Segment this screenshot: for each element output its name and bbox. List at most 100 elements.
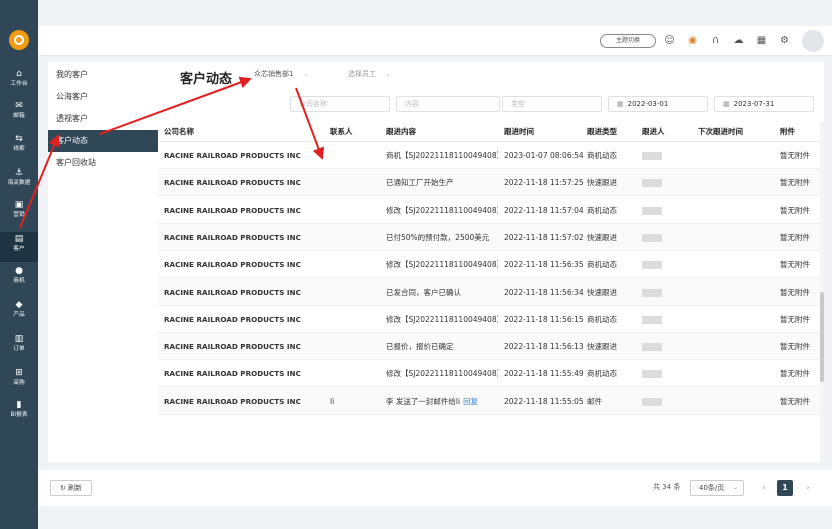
rail-item-label: 工作台 [10, 80, 28, 87]
content-cell: 修改【SJ20221118110049408】 [386, 360, 498, 387]
rail-item-5[interactable]: ▤ 客户 [0, 232, 38, 262]
table-row[interactable]: RACINE RAILROAD PRODUCTS INC 修改【SJ2022111… [158, 197, 820, 224]
page-size-select[interactable]: 40条/页 ⌄ [690, 480, 744, 496]
content-cell-text: 李 发送了一封邮件给li [386, 396, 461, 406]
type-input[interactable]: 类型 [502, 96, 602, 112]
attachment-cell: 暂无附件 [780, 333, 820, 360]
scrollbar-thumb[interactable] [820, 292, 824, 382]
subnav-item-public-pool[interactable]: 公海客户 [48, 86, 158, 108]
attachment-cell: 暂无附件 [780, 142, 820, 169]
column-header[interactable]: 跟进人 [642, 122, 665, 142]
rail-item-3[interactable]: ⚓ 海关数据 [0, 166, 38, 196]
refresh-button[interactable]: ↻ 刷新 [50, 480, 92, 496]
content-input[interactable]: 内容 [396, 96, 500, 112]
company-cell-text: RACINE RAILROAD PRODUCTS INC [164, 151, 301, 160]
rail-item-label: 营销 [13, 211, 25, 218]
owner-cell [642, 251, 694, 278]
owner-cell [642, 169, 694, 196]
rail-item-4[interactable]: ▣ 营销 [0, 198, 38, 228]
subnav-item-recycle-bin[interactable]: 客户回收站 [48, 152, 158, 174]
attachment-cell-text: 暂无附件 [780, 151, 810, 160]
company-name-input[interactable]: 公司名称 [290, 96, 390, 112]
rail-item-7[interactable]: ◆ 产品 [0, 298, 38, 328]
staff-select[interactable]: 选择员工 ⌄ [348, 69, 391, 79]
column-header[interactable]: 跟进内容 [386, 122, 416, 142]
rail-item-9[interactable]: ⊞ 采购 [0, 366, 38, 396]
rail-item-6[interactable]: ● 商机 [0, 264, 38, 294]
brand-icon[interactable]: ◉ [686, 34, 699, 47]
redacted-owner [642, 315, 662, 324]
company-cell: RACINE RAILROAD PRODUCTS INC [164, 197, 324, 224]
type-cell-text: 商机动态 [587, 369, 617, 379]
chevron-down-icon: ⌄ [303, 71, 309, 78]
attachment-cell: 暂无附件 [780, 388, 820, 415]
rail-item-1[interactable]: ✉ 邮箱 [0, 99, 38, 129]
mail-icon: ✉ [15, 101, 23, 111]
column-header[interactable]: 跟进时间 [504, 122, 534, 142]
company-cell-text: RACINE RAILROAD PRODUCTS INC [164, 232, 301, 242]
time-cell-text: 2022-11-18 11:56:34 [504, 287, 584, 297]
rail-item-2[interactable]: ⇆ 线索 [0, 132, 38, 162]
cloud-icon[interactable]: ☁ [732, 34, 745, 47]
company-cell-text: RACINE RAILROAD PRODUCTS INC [164, 287, 301, 297]
department-select[interactable]: 众芯销售部1 ⌄ [254, 69, 309, 79]
company-cell: RACINE RAILROAD PRODUCTS INC [164, 306, 324, 333]
rail-item-0[interactable]: ⌂ 工作台 [0, 67, 38, 97]
type-cell-text: 商机动态 [587, 151, 617, 160]
time-cell-text: 2022-11-18 11:57:25 [504, 178, 584, 188]
content-cell: 已通知工厂开始生产 [386, 169, 498, 196]
table-row[interactable]: RACINE RAILROAD PRODUCTS INC 修改【SJ2022111… [158, 306, 820, 333]
column-header[interactable]: 附件 [780, 122, 795, 142]
table-row[interactable]: RACINE RAILROAD PRODUCTS INC 已通知工厂开始生产 202… [158, 169, 820, 197]
table-row[interactable]: RACINE RAILROAD PRODUCTS INC 修改【SJ2022111… [158, 251, 820, 279]
attachment-cell-text: 暂无附件 [780, 342, 810, 352]
table-row[interactable]: RACINE RAILROAD PRODUCTS INC li 李 发送了一封邮件给… [158, 387, 820, 415]
customer-icon: ▤ [14, 234, 24, 244]
column-header[interactable]: 公司名称 [164, 122, 194, 142]
redacted-owner [642, 261, 662, 270]
end-date-input[interactable]: ▦ 2023-07-31 [714, 96, 814, 112]
rail-item-10[interactable]: ▮ BI报表 [0, 398, 38, 428]
theme-switch-button[interactable]: 主题切换 [600, 34, 656, 48]
table-row[interactable]: RACINE RAILROAD PRODUCTS INC 已发合同，客户已确认 20… [158, 278, 820, 306]
column-header[interactable]: 联系人 [330, 122, 353, 142]
page-number-button[interactable]: 1 [777, 480, 793, 496]
time-cell-text: 2022-11-18 11:55:49 [504, 369, 584, 379]
robot-icon[interactable]: ☺ [663, 34, 676, 47]
owner-cell [642, 360, 694, 387]
column-header[interactable]: 下次跟进时间 [698, 122, 743, 142]
prev-page-button[interactable]: ‹ [756, 480, 772, 496]
gear-icon[interactable]: ⚙ [778, 34, 791, 47]
time-cell: 2022-11-18 11:56:34 [504, 279, 584, 306]
content-cell: 李 发送了一封邮件给li 回复 [386, 388, 498, 415]
type-cell: 商机动态 [587, 197, 639, 224]
redacted-owner [642, 343, 662, 352]
page-title: 客户动态 [180, 72, 233, 87]
redacted-owner [642, 152, 662, 160]
subnav-item-perspective[interactable]: 透视客户 [48, 108, 158, 130]
table-row[interactable]: RACINE RAILROAD PRODUCTS INC 商机【SJ2022111… [158, 142, 820, 169]
start-date-input[interactable]: ▦ 2022-03-01 [608, 96, 708, 112]
type-cell-text: 快速跟进 [587, 342, 617, 352]
calendar-icon[interactable]: ▦ [755, 34, 768, 47]
table-row[interactable]: RACINE RAILROAD PRODUCTS INC 已付50%的预付款，25… [158, 223, 820, 251]
rail-item-label: BI报表 [10, 411, 28, 418]
reply-link[interactable]: 回复 [463, 397, 478, 406]
start-date-value: 2022-03-01 [627, 100, 669, 108]
type-cell: 快速跟进 [587, 279, 639, 306]
headset-icon[interactable]: ∩ [709, 34, 722, 47]
subnav-item-customer-activity[interactable]: 客户动态 [48, 130, 158, 152]
attachment-cell-text: 暂无附件 [780, 369, 810, 379]
avatar[interactable] [802, 30, 824, 52]
content-cell-text: 修改【SJ20221118110049408】 [386, 205, 498, 215]
company-cell: RACINE RAILROAD PRODUCTS INC [164, 251, 324, 278]
content-cell: 已付50%的预付款，2500美元 [386, 224, 498, 251]
calendar-icon: ▦ [617, 100, 624, 108]
chevron-down-icon: ⌄ [386, 71, 392, 78]
table-row[interactable]: RACINE RAILROAD PRODUCTS INC 修改【SJ2022111… [158, 360, 820, 388]
column-header[interactable]: 跟进类型 [587, 122, 617, 142]
next-page-button[interactable]: › [800, 480, 816, 496]
table-row[interactable]: RACINE RAILROAD PRODUCTS INC 已报价，报价已确定 202… [158, 333, 820, 361]
subnav-item-my-customers[interactable]: 我的客户 [48, 64, 158, 86]
rail-item-8[interactable]: ▥ 订单 [0, 332, 38, 362]
